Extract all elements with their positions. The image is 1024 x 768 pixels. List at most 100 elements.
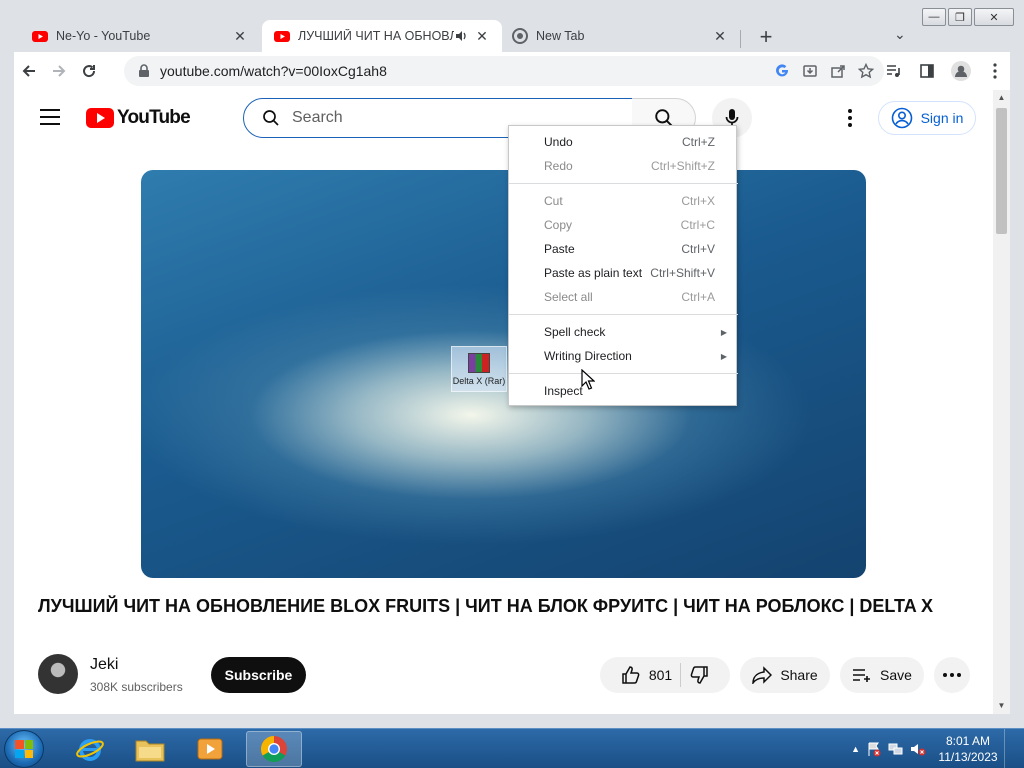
show-desktop-button[interactable]: [1004, 729, 1016, 768]
new-tab-button[interactable]: +: [754, 26, 778, 50]
menu-label: Cut: [544, 194, 563, 208]
submenu-arrow-icon: ▶: [720, 351, 727, 361]
menu-separator: [509, 314, 738, 315]
volume-muted-icon[interactable]: [910, 741, 926, 757]
context-menu: Undo Ctrl+Z Redo Ctrl+Shift+Z Cut Ctrl+X…: [508, 125, 738, 406]
audio-playing-icon[interactable]: [454, 29, 468, 43]
tab-search-chevron-icon[interactable]: ⌄: [894, 26, 906, 43]
network-icon[interactable]: [888, 741, 904, 757]
mouse-cursor-icon: [581, 369, 595, 390]
tab-active-video[interactable]: ЛУЧШИЙ ЧИТ НА ОБНОВЛ ✕: [262, 20, 502, 52]
menu-item-undo[interactable]: Undo Ctrl+Z: [509, 130, 738, 154]
sign-in-label: Sign in: [920, 110, 964, 126]
tab-ne-yo[interactable]: Ne-Yo - YouTube ✕: [20, 20, 260, 52]
menu-item-spell-check[interactable]: Spell check ▶: [509, 320, 738, 344]
menu-item-copy: Copy Ctrl+C: [509, 213, 738, 237]
tab-strip: Ne-Yo - YouTube ✕ ЛУЧШИЙ ЧИТ НА ОБНОВЛ ✕…: [14, 14, 1024, 52]
page-scrollbar[interactable]: ▲ ▼: [993, 90, 1010, 714]
more-actions-button[interactable]: [934, 657, 970, 693]
hamburger-menu-icon[interactable]: [40, 109, 60, 125]
thumbs-up-icon[interactable]: [621, 665, 641, 685]
share-arrow-icon: [752, 666, 773, 684]
start-button[interactable]: [4, 730, 44, 768]
bookmark-star-icon[interactable]: [856, 61, 876, 81]
address-bar[interactable]: youtube.com/watch?v=00IoxCg1ah8: [124, 56, 884, 86]
menu-separator: [509, 373, 738, 374]
menu-label: Inspect: [544, 384, 583, 398]
clock-date: 11/13/2023: [938, 750, 998, 764]
youtube-logo[interactable]: YouTube: [86, 107, 191, 129]
profile-avatar-icon[interactable]: [946, 56, 976, 86]
chrome-icon: [512, 28, 528, 44]
chrome-menu-icon[interactable]: [980, 56, 1010, 86]
forward-arrow-icon: [53, 65, 66, 77]
youtube-header: YouTube Search Sign in: [14, 90, 993, 146]
menu-shortcut: Ctrl+Z: [682, 135, 715, 149]
more-options-icon[interactable]: [840, 108, 860, 128]
media-player-icon: [197, 738, 223, 760]
save-button[interactable]: Save: [840, 657, 924, 693]
tab-separator: [740, 30, 741, 48]
save-label: Save: [880, 667, 912, 683]
install-app-icon[interactable]: [800, 61, 820, 81]
internet-explorer-icon: [76, 739, 104, 761]
thumbs-down-icon[interactable]: [689, 665, 709, 685]
menu-item-paste-plain-text[interactable]: Paste as plain text Ctrl+Shift+V: [509, 261, 738, 285]
menu-item-writing-direction[interactable]: Writing Direction ▶: [509, 344, 738, 368]
system-clock[interactable]: 8:01 AM 11/13/2023: [938, 733, 998, 765]
omnibox-actions: [772, 61, 876, 81]
close-tab-icon[interactable]: ✕: [712, 28, 728, 44]
like-dislike-group: 801: [600, 657, 730, 693]
system-tray: ▲ 8:01 AM 11/13/2023: [851, 729, 1016, 768]
share-button[interactable]: Share: [740, 657, 830, 693]
media-controls-icon[interactable]: [878, 56, 908, 86]
action-center-flag-icon[interactable]: [866, 741, 882, 757]
youtube-favicon-icon: [32, 31, 48, 42]
share-label: Share: [780, 667, 818, 683]
menu-item-inspect[interactable]: Inspect: [509, 379, 738, 403]
close-tab-icon[interactable]: ✕: [232, 28, 248, 44]
show-hidden-icons-icon[interactable]: ▲: [851, 744, 860, 754]
lock-icon[interactable]: [138, 64, 150, 78]
google-lens-icon[interactable]: [772, 61, 792, 81]
close-tab-icon[interactable]: ✕: [474, 28, 490, 44]
taskbar-media-player[interactable]: [182, 731, 238, 767]
channel-name[interactable]: Jeki: [90, 656, 118, 674]
chrome-icon: [260, 735, 287, 763]
taskbar-internet-explorer[interactable]: [62, 731, 118, 767]
menu-shortcut: Ctrl+V: [681, 242, 715, 256]
like-count[interactable]: 801: [649, 667, 672, 683]
share-page-icon[interactable]: [828, 61, 848, 81]
side-panel-icon[interactable]: [912, 56, 942, 86]
menu-shortcut: Ctrl+Shift+Z: [650, 159, 715, 173]
rar-archive-icon: [468, 352, 490, 373]
menu-label: Writing Direction: [544, 349, 632, 363]
taskbar-chrome[interactable]: [246, 731, 302, 767]
back-button[interactable]: [14, 56, 44, 86]
tab-title: New Tab: [536, 29, 585, 43]
forward-button[interactable]: [44, 56, 74, 86]
folder-icon: [135, 740, 165, 762]
youtube-play-icon: [86, 108, 114, 128]
taskbar-file-explorer[interactable]: [122, 731, 178, 767]
search-icon: [263, 110, 279, 126]
scroll-up-arrow-icon[interactable]: ▲: [993, 90, 1010, 106]
url-text: youtube.com/watch?v=00IoxCg1ah8: [160, 63, 387, 79]
more-horizontal-icon: [943, 673, 961, 677]
menu-item-paste[interactable]: Paste Ctrl+V: [509, 237, 738, 261]
sign-in-button[interactable]: Sign in: [878, 101, 976, 135]
menu-shortcut: Ctrl+X: [681, 194, 715, 208]
youtube-wordmark: YouTube: [117, 107, 191, 128]
tab-title: Ne-Yo - YouTube: [56, 29, 151, 43]
scroll-down-arrow-icon[interactable]: ▼: [993, 698, 1010, 714]
browser-toolbar: youtube.com/watch?v=00IoxCg1ah8: [14, 52, 1010, 90]
submenu-arrow-icon: ▶: [720, 327, 727, 337]
reload-button[interactable]: [74, 56, 104, 86]
subscribe-button[interactable]: Subscribe: [211, 657, 306, 693]
scroll-thumb[interactable]: [996, 108, 1007, 234]
menu-shortcut: Ctrl+Shift+V: [650, 266, 715, 280]
tab-new-tab[interactable]: New Tab ✕: [500, 20, 740, 52]
channel-avatar[interactable]: [38, 654, 78, 694]
reload-icon: [83, 65, 96, 78]
video-player[interactable]: Delta X (Rar): [141, 170, 866, 578]
